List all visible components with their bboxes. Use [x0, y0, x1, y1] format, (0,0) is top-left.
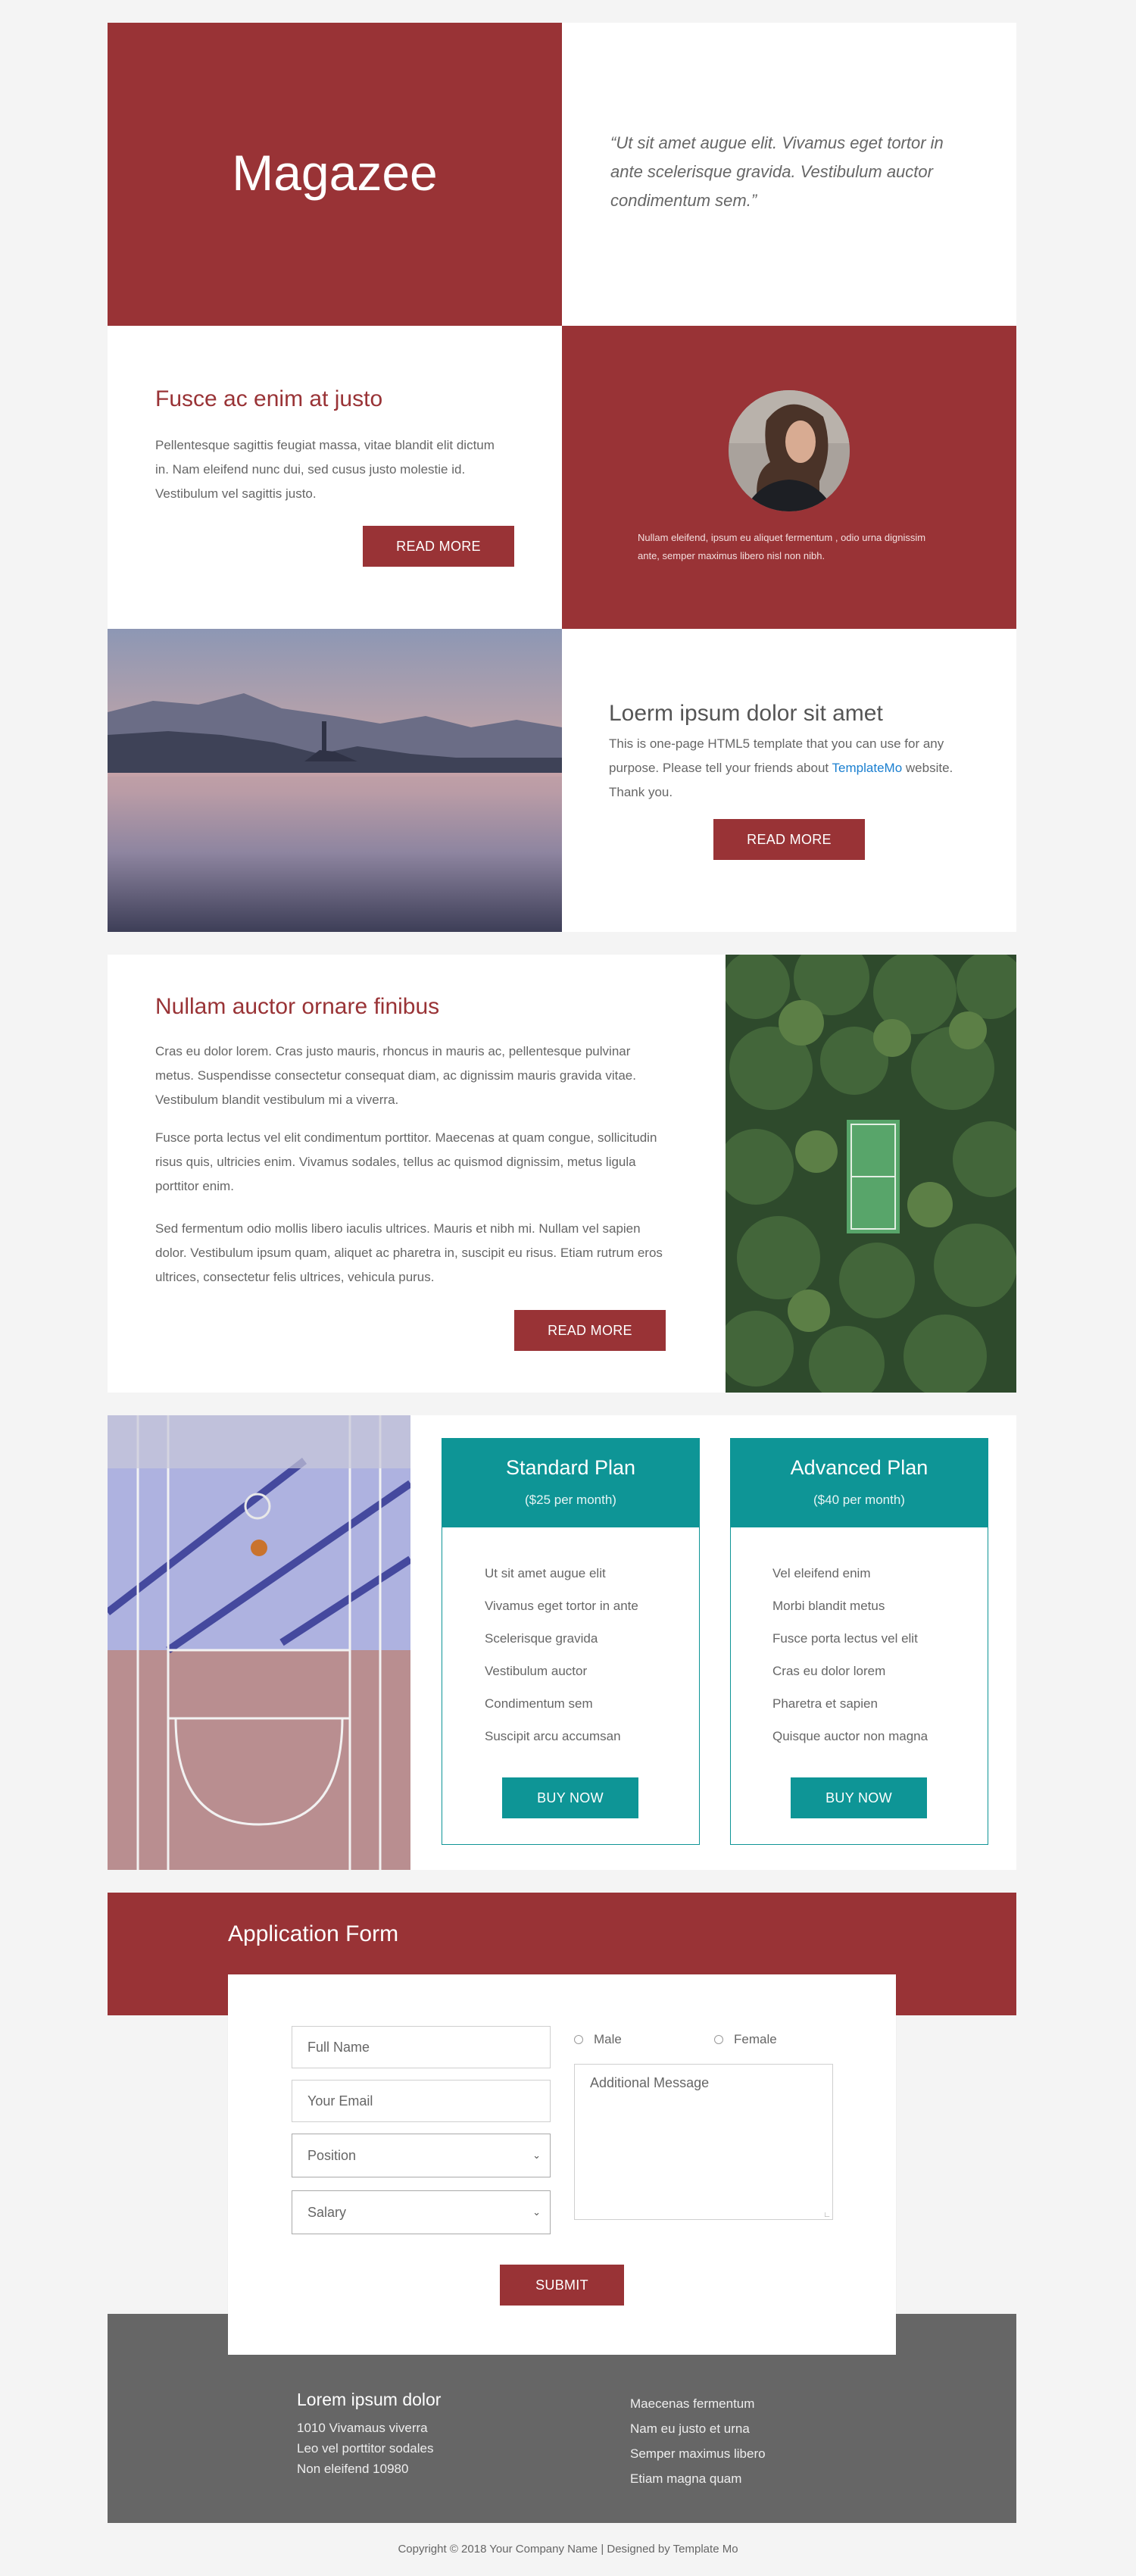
- footer-link[interactable]: Nam eu justo et urna: [630, 2416, 766, 2441]
- male-label: Male: [594, 2032, 622, 2046]
- full-name-field[interactable]: Full Name: [292, 2026, 551, 2068]
- basketball-image: [108, 1415, 410, 1870]
- plan-feature: Cras eu dolor lorem: [772, 1664, 886, 1678]
- plan-feature: Pharetra et sapien: [772, 1696, 878, 1711]
- address-line: Non eleifend 10980: [297, 2462, 409, 2476]
- plan-feature: Morbi blandit metus: [772, 1599, 885, 1613]
- footer-links: Maecenas fermentum Nam eu justo et urna …: [630, 2391, 766, 2491]
- plan-feature: Scelerisque gravida: [485, 1631, 598, 1646]
- message-placeholder: Additional Message: [590, 2075, 710, 2090]
- read-more-button-3[interactable]: READ MORE: [514, 1310, 666, 1351]
- submit-button[interactable]: SUBMIT: [500, 2265, 624, 2306]
- radio-icon: [714, 2035, 723, 2044]
- intro-body: This is one-page HTML5 template that you…: [609, 732, 980, 805]
- article-paragraph-1: Cras eu dolor lorem. Cras justo mauris, …: [155, 1044, 636, 1107]
- plan-feature: Vestibulum auctor: [485, 1664, 588, 1678]
- copyright: Copyright © 2018 Your Company Name | Des…: [398, 2543, 738, 2556]
- standard-plan-features: Ut sit amet augue elit Vivamus eget tort…: [485, 1557, 638, 1752]
- profile-caption: Nullam eleifend, ipsum eu aliquet fermen…: [638, 532, 926, 561]
- plan-feature: Ut sit amet augue elit: [485, 1566, 606, 1580]
- application-form: Full Name Your Email Position ⌄ Salary ⌄…: [228, 1974, 896, 2355]
- feature-text-panel: Fusce ac enim at justo Pellentesque sagi…: [108, 326, 562, 629]
- plan-name: Standard Plan: [505, 1456, 636, 1479]
- footer-link[interactable]: Maecenas fermentum: [630, 2391, 766, 2416]
- plan-feature: Vel eleifend enim: [772, 1566, 871, 1580]
- additional-message-field[interactable]: Additional Message ∟: [574, 2064, 833, 2220]
- plan-price: ($40 per month): [813, 1493, 905, 1507]
- salary-select[interactable]: Salary ⌄: [292, 2190, 551, 2234]
- advanced-plan-header: Advanced Plan ($40 per month): [730, 1438, 988, 1527]
- address-line: Leo vel porttitor sodales: [297, 2441, 434, 2456]
- footer-link[interactable]: Etiam magna quam: [630, 2466, 766, 2491]
- profile-avatar: [729, 390, 850, 511]
- footer-link[interactable]: Semper maximus libero: [630, 2441, 766, 2466]
- read-more-button[interactable]: READ MORE: [363, 526, 514, 567]
- hero-quote: “Ut sit amet augue elit. Vivamus eget to…: [610, 133, 944, 210]
- chevron-down-icon: ⌄: [532, 2206, 541, 2218]
- advanced-plan-features: Vel eleifend enim Morbi blandit metus Fu…: [772, 1557, 928, 1752]
- buy-now-button[interactable]: BUY NOW: [502, 1777, 638, 1818]
- profile-panel: Nullam eleifend, ipsum eu aliquet fermen…: [562, 326, 1016, 629]
- hero-quote-panel: “Ut sit amet augue elit. Vivamus eget to…: [562, 23, 1016, 326]
- plan-feature: Fusce porta lectus vel elit: [772, 1631, 918, 1646]
- male-radio[interactable]: Male: [574, 2032, 622, 2047]
- forest-image: [726, 955, 1016, 1393]
- section-title: Fusce ac enim at justo: [155, 386, 383, 411]
- plan-feature: Suscipit arcu accumsan: [485, 1729, 621, 1743]
- plan-feature: Condimentum sem: [485, 1696, 593, 1711]
- plan-price: ($25 per month): [525, 1493, 616, 1507]
- footer-heading: Lorem ipsum dolor: [297, 2390, 442, 2409]
- position-value: Position: [307, 2147, 357, 2163]
- advanced-plan-card: Advanced Plan ($40 per month) Vel eleife…: [730, 1438, 988, 1845]
- standard-plan-card: Standard Plan ($25 per month) Ut sit ame…: [442, 1438, 700, 1845]
- email-field[interactable]: Your Email: [292, 2080, 551, 2122]
- salary-value: Salary: [307, 2204, 347, 2220]
- section-body: Pellentesque sagittis feugiat massa, vit…: [155, 438, 495, 501]
- article-title: Nullam auctor ornare finibus: [155, 994, 440, 1019]
- read-more-button-2[interactable]: READ MORE: [713, 819, 865, 860]
- lake-image: [108, 629, 562, 932]
- brand-logo: Magazee: [232, 145, 438, 201]
- buy-now-button[interactable]: BUY NOW: [791, 1777, 927, 1818]
- chevron-down-icon: ⌄: [532, 2149, 541, 2161]
- intro-title: Loerm ipsum dolor sit amet: [609, 701, 883, 726]
- plan-feature: Vivamus eget tortor in ante: [485, 1599, 638, 1613]
- intro-panel: Loerm ipsum dolor sit amet This is one-p…: [562, 629, 1016, 932]
- portrait-image: [729, 390, 850, 511]
- standard-plan-header: Standard Plan ($25 per month): [442, 1438, 700, 1527]
- female-radio[interactable]: Female: [714, 2032, 777, 2047]
- resize-handle-icon: ∟: [823, 2211, 831, 2219]
- article-paragraph-3: Sed fermentum odio mollis libero iaculis…: [155, 1221, 663, 1284]
- address-line: 1010 Vivamaus viverra: [297, 2421, 428, 2435]
- position-select[interactable]: Position ⌄: [292, 2134, 551, 2177]
- plan-feature: Quisque auctor non magna: [772, 1729, 928, 1743]
- templatemo-link[interactable]: TemplateMo: [832, 761, 903, 775]
- female-label: Female: [734, 2032, 777, 2046]
- form-title: Application Form: [228, 1921, 399, 1946]
- article-paragraph-2: Fusce porta lectus vel elit condimentum …: [155, 1130, 657, 1193]
- plan-name: Advanced Plan: [790, 1456, 928, 1479]
- article-panel: Nullam auctor ornare finibus Cras eu dol…: [108, 955, 726, 1393]
- hero-brand-panel: Magazee: [108, 23, 562, 326]
- radio-icon: [574, 2035, 583, 2044]
- footer-address: 1010 Vivamaus viverra Leo vel porttitor …: [297, 2418, 434, 2479]
